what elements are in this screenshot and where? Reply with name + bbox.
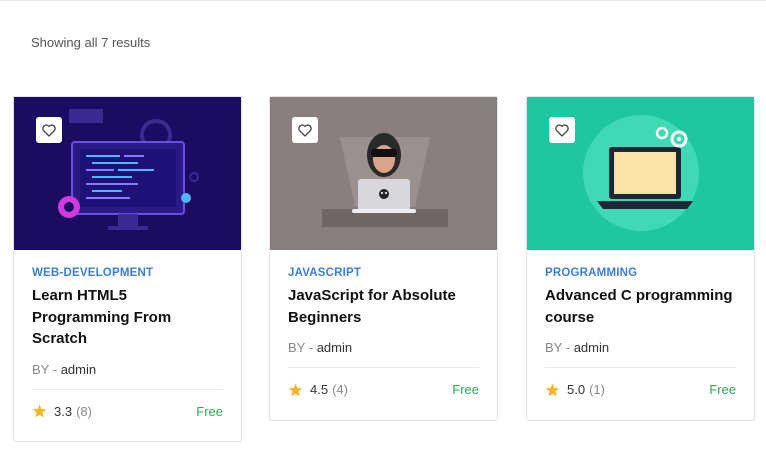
course-price: Free — [709, 382, 736, 397]
course-footer: 5.0 (1) Free — [545, 368, 736, 411]
course-footer: 4.5 (4) Free — [288, 368, 479, 411]
course-title[interactable]: Learn HTML5 Programming From Scratch — [32, 285, 223, 350]
course-card[interactable]: JAVASCRIPT JavaScript for Absolute Begin… — [269, 96, 498, 421]
course-category[interactable]: JAVASCRIPT — [288, 267, 479, 279]
wishlist-button[interactable] — [549, 117, 575, 143]
rating-value: 5.0 — [567, 382, 586, 397]
review-count: (8) — [76, 403, 92, 419]
results-count: Showing all 7 results — [31, 35, 151, 50]
wishlist-button[interactable] — [292, 117, 318, 143]
star-icon — [288, 383, 303, 396]
by-label: BY - — [288, 340, 314, 355]
course-category[interactable]: PROGRAMMING — [545, 267, 736, 279]
course-author: BY - admin — [545, 340, 736, 355]
rating-value: 4.5 — [310, 382, 329, 397]
course-author: BY - admin — [288, 340, 479, 355]
star-icon — [545, 383, 560, 396]
rating-value: 3.3 — [54, 403, 73, 419]
review-count: (1) — [589, 382, 605, 397]
course-category[interactable]: WEB-DEVELOPMENT — [32, 267, 223, 279]
course-author: BY - admin — [32, 362, 223, 377]
review-count: (4) — [332, 382, 348, 397]
course-thumbnail-c-programming[interactable] — [527, 97, 754, 250]
star-icon — [32, 404, 47, 418]
by-label: BY - — [545, 340, 571, 355]
author-name[interactable]: admin — [317, 340, 352, 355]
course-card[interactable]: PROGRAMMING Advanced C programming cours… — [526, 96, 755, 421]
course-footer: 3.3 (8) Free — [32, 390, 223, 433]
top-divider — [0, 0, 766, 1]
wishlist-button[interactable] — [36, 117, 62, 143]
course-thumbnail-html5[interactable] — [14, 97, 241, 250]
course-price: Free — [196, 403, 223, 419]
course-title[interactable]: Advanced C programming course — [545, 285, 736, 328]
heart-icon — [42, 123, 56, 137]
course-card[interactable]: WEB-DEVELOPMENT Learn HTML5 Programming … — [13, 96, 242, 442]
author-name[interactable]: admin — [574, 340, 609, 355]
course-price: Free — [452, 382, 479, 397]
course-rating: 3.3 (8) — [32, 404, 92, 419]
course-thumbnail-javascript[interactable] — [270, 97, 497, 250]
heart-icon — [298, 123, 312, 137]
heart-icon — [555, 123, 569, 137]
course-rating: 5.0 (1) — [545, 382, 605, 397]
course-rating: 4.5 (4) — [288, 382, 348, 397]
by-label: BY - — [32, 361, 58, 377]
author-name[interactable]: admin — [61, 362, 96, 377]
course-title[interactable]: JavaScript for Absolute Beginners — [288, 285, 479, 328]
